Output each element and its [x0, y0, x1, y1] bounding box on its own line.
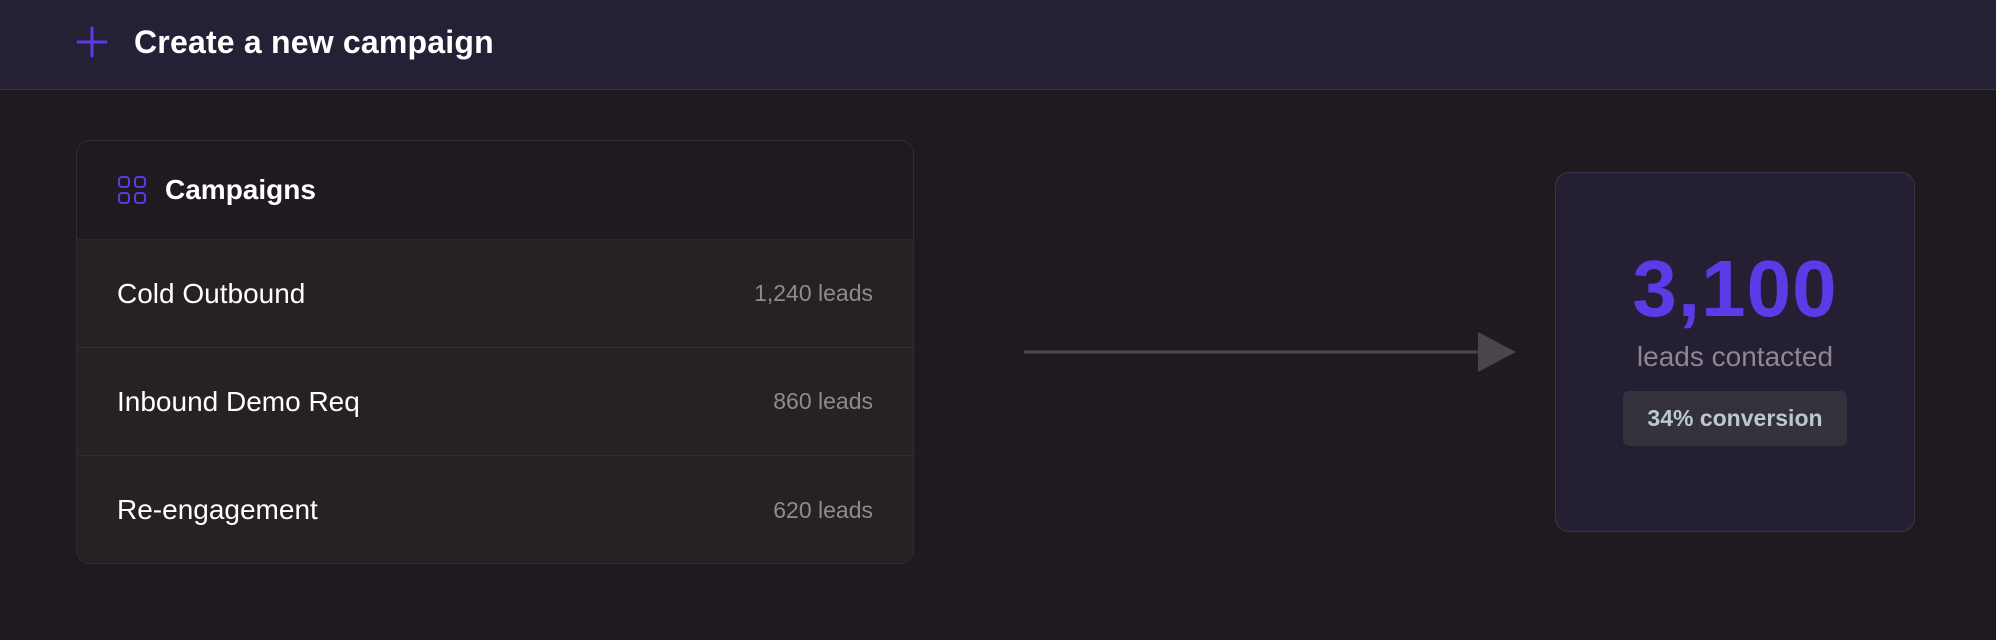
leads-contacted-value: 3,100 — [1632, 244, 1838, 333]
flow-arrow-icon — [1024, 332, 1516, 372]
campaign-name: Re-engagement — [117, 494, 318, 525]
campaign-name: Inbound Demo Req — [117, 385, 360, 417]
grid-icon — [117, 175, 147, 205]
campaign-lead-count: 1,240 leads — [754, 280, 873, 306]
campaign-name: Cold Outbound — [117, 277, 306, 309]
leads-summary-card: 3,100 leads contacted 34% conversion — [1555, 172, 1915, 532]
campaign-row-inbound-demo-req[interactable]: Inbound Demo Req 860 leads — [77, 348, 913, 456]
campaign-row-cold-outbound[interactable]: Cold Outbound 1,240 leads — [77, 240, 913, 348]
campaigns-header: Campaigns — [77, 141, 913, 240]
create-campaign-label: Create a new campaign — [134, 23, 494, 60]
plus-icon — [70, 20, 114, 64]
campaigns-title: Campaigns — [165, 174, 316, 205]
top-bar: Create a new campaign — [0, 0, 1996, 90]
campaign-lead-count: 860 leads — [773, 388, 873, 414]
campaigns-card: Campaigns Cold Outbound 1,240 leads Inbo… — [76, 140, 914, 564]
conversion-badge: 34% conversion — [1623, 391, 1847, 446]
create-campaign-button[interactable]: Create a new campaign — [70, 14, 494, 70]
campaign-lead-count: 620 leads — [773, 496, 873, 523]
leads-contacted-label: leads contacted — [1636, 341, 1834, 372]
campaign-row-re-engagement[interactable]: Re-engagement 620 leads — [77, 456, 913, 563]
